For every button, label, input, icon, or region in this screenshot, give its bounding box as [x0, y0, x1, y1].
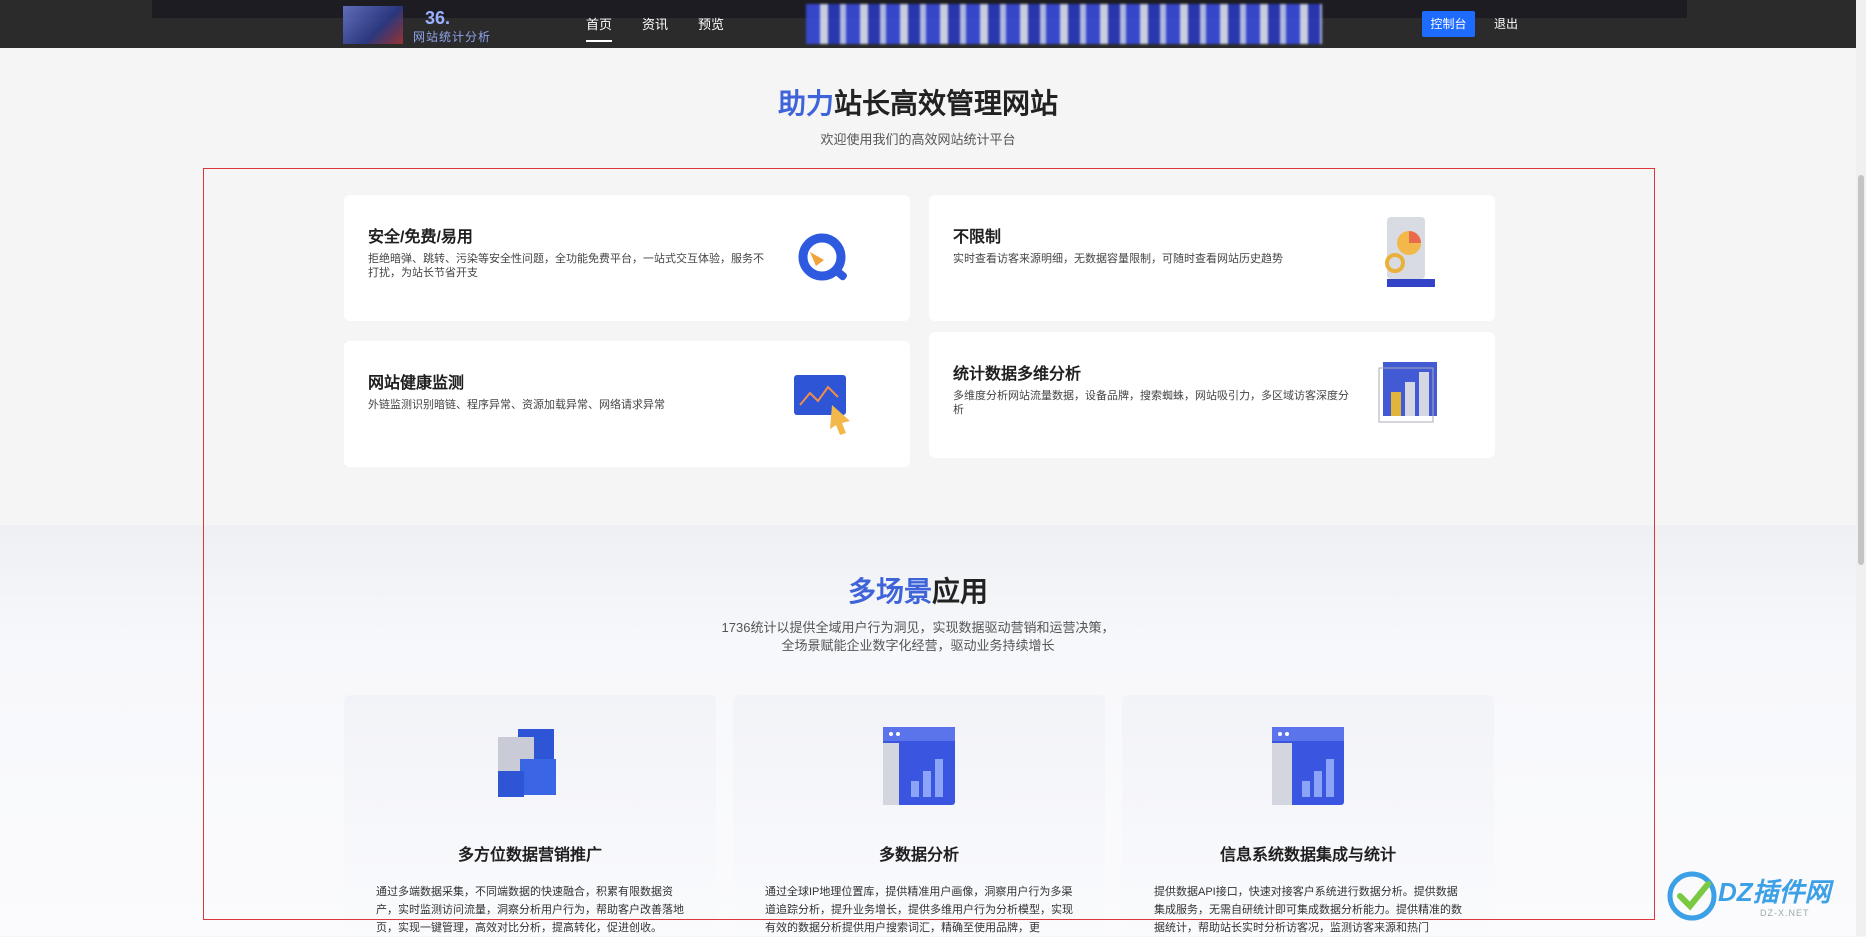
console-button[interactable]: 控制台 [1422, 11, 1475, 37]
title-rest: 站长高效管理网站 [834, 88, 1059, 119]
feature-desc: 实时查看访客来源明细，无数据容量限制，可随时查看网站历史趋势 [953, 253, 1283, 265]
page-title: 助力站长高效管理网站 [0, 82, 1836, 122]
scene-card: 多数据分析 通过全球IP地理位置库，提供精准用户画像，洞察用户行为多渠道追踪分析… [733, 695, 1105, 936]
watermark-text: DZ插件网 [1718, 877, 1831, 907]
check-logo-icon [1667, 871, 1717, 921]
search-q-icon [798, 233, 848, 281]
page-subtitle: 欢迎使用我们的高效网站统计平台 [820, 132, 1016, 147]
feature-card: 网站健康监测 外链监测识别暗链、程序异常、资源加载异常、网络请求异常 [344, 341, 910, 467]
scenes-title: 多场景应用 [0, 570, 1836, 610]
feature-title: 网站健康监测 [368, 375, 465, 392]
scenes-title-highlight: 多场景 [847, 576, 932, 607]
scene-desc: 通过全球IP地理位置库，提供精准用户画像，洞察用户行为多渠道追踪分析，提升业务增… [765, 886, 1073, 934]
scene-card: 信息系统数据集成与统计 提供数据API接口，快速对接客户系统进行数据分析。提供数… [1122, 695, 1494, 936]
logo-mark [343, 6, 403, 44]
scene-title: 信息系统数据集成与统计 [1219, 847, 1396, 864]
scene-desc: 通过多端数据采集，不同端数据的快速融合，积累有限数据资产，实时监测访问流量，洞察… [376, 886, 684, 934]
logo-subtitle: 网站统计分析 [413, 30, 492, 44]
feature-title: 不限制 [953, 229, 1002, 246]
scene-title: 多数据分析 [878, 847, 959, 864]
cubes-icon [498, 729, 556, 797]
scenes-description: 1736统计以提供全域用户行为洞见，实现数据驱动营销和运营决策， 全场景赋能企业… [0, 619, 1836, 655]
feature-desc: 外链监测识别暗链、程序异常、资源加载异常、网络请求异常 [368, 399, 665, 411]
redacted-banner [806, 4, 1322, 44]
scenes-title-rest: 应用 [932, 576, 989, 607]
feature-title: 安全/免费/易用 [368, 229, 473, 246]
scrollbar-thumb[interactable] [1858, 175, 1864, 565]
site-logo[interactable]: 36. 网站统计分析 [343, 6, 508, 44]
scenes-desc-line: 全场景赋能企业数字化经营，驱动业务持续增长 [781, 638, 1055, 653]
nav-link-preview[interactable]: 预览 [698, 14, 724, 33]
scenes-desc-line: 1736统计以提供全域用户行为洞见，实现数据驱动营销和运营决策， [721, 620, 1115, 635]
scene-title: 多方位数据营销推广 [457, 847, 602, 864]
feature-desc: 多维度分析网站流量数据，设备品牌，搜索蜘蛛，网站吸引力，多区域访客深度分析 [953, 390, 1349, 416]
monitor-chart-icon [794, 375, 850, 435]
nav-link-news[interactable]: 资讯 [642, 14, 668, 33]
watermark-sub: DZ-X.NET [1760, 908, 1810, 918]
watermark: DZ插件网 DZ-X.NET [1662, 866, 1852, 926]
pie-report-icon [1385, 217, 1435, 287]
logo-number: 36. [425, 8, 451, 28]
integration-window-icon [1272, 727, 1344, 805]
nav-link-home[interactable]: 首页 [586, 14, 613, 42]
scene-card: 多方位数据营销推广 通过多端数据采集，不同端数据的快速融合，积累有限数据资产，实… [344, 695, 716, 936]
page-scrollbar[interactable] [1856, 0, 1866, 936]
dashboard-window-icon [883, 727, 955, 805]
logout-link[interactable]: 退出 [1494, 15, 1518, 32]
feature-card: 安全/免费/易用 拒绝暗弹、跳转、污染等安全性问题，全功能免费平台，一站式交互体… [344, 195, 910, 321]
feature-desc: 拒绝暗弹、跳转、污染等安全性问题，全功能免费平台，一站式交互体验，服务不打扰，为… [368, 253, 764, 279]
title-highlight: 助力 [777, 88, 834, 119]
feature-title: 统计数据多维分析 [953, 366, 1082, 383]
top-nav-bar: 36. 网站统计分析 首页 资讯 预览 控制台 退出 [0, 0, 1856, 48]
feature-card: 不限制 实时查看访客来源明细，无数据容量限制，可随时查看网站历史趋势 [929, 195, 1495, 321]
bar-cube-icon [1378, 362, 1437, 423]
feature-card: 统计数据多维分析 多维度分析网站流量数据，设备品牌，搜索蜘蛛，网站吸引力，多区域… [929, 332, 1495, 458]
scene-desc: 提供数据API接口，快速对接客户系统进行数据分析。提供数据集成服务，无需自研统计… [1154, 886, 1462, 934]
